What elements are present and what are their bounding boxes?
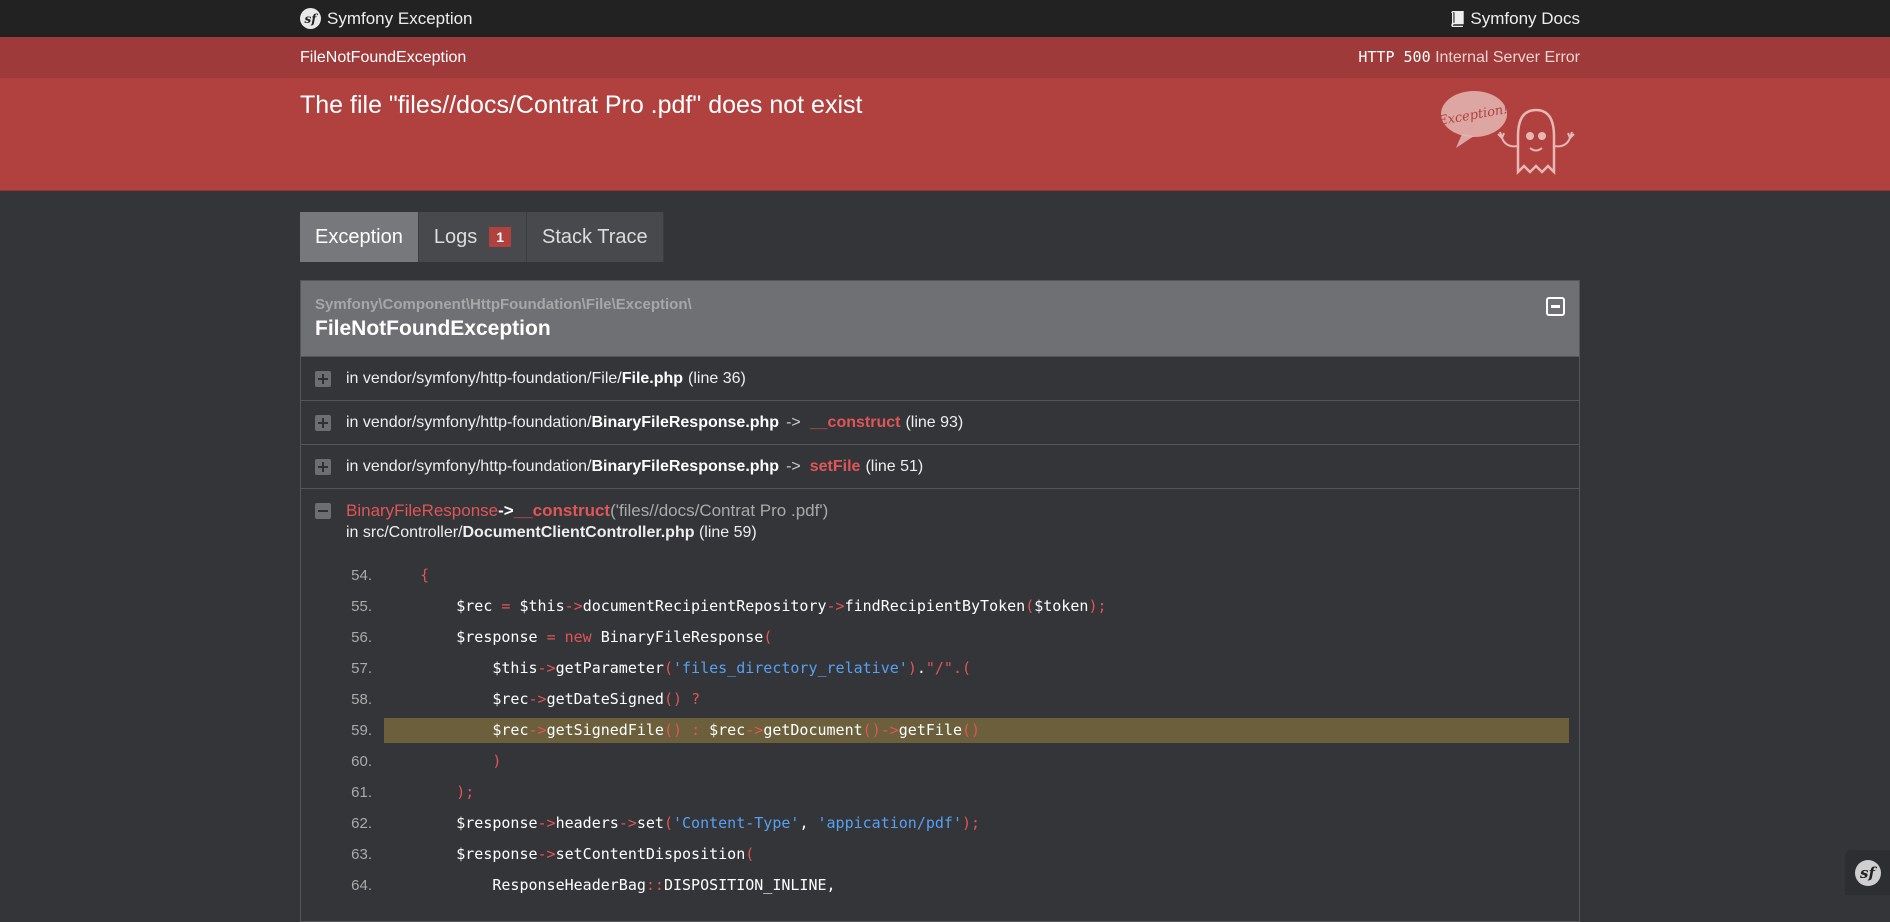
- trace-frame[interactable]: in vendor/symfony/http-foundation/File/F…: [301, 356, 1579, 400]
- frame-prefix: in: [346, 413, 359, 431]
- code-line: 60. ): [315, 746, 1579, 777]
- code-line: 62. $response->headers->set('Content-Typ…: [315, 808, 1579, 839]
- exception-namespace: Symfony\Component\HttpFoundation\File\Ex…: [315, 296, 692, 313]
- book-icon: [1451, 10, 1465, 27]
- tab-exception[interactable]: Exception: [300, 212, 419, 262]
- line-number: 55.: [351, 598, 372, 615]
- exception-panel: Symfony\Component\HttpFoundation\File\Ex…: [300, 280, 1580, 922]
- tab-label: Stack Trace: [542, 225, 648, 248]
- symfony-logo-icon: sf: [300, 8, 321, 29]
- frame-function: __construct: [809, 413, 901, 431]
- frame-line: (line 93): [905, 413, 964, 431]
- frame-path: vendor/symfony/http-foundation/: [362, 457, 592, 475]
- top-bar: sf Symfony Exception Symfony Docs: [0, 0, 1890, 37]
- location-prefix: in: [346, 524, 363, 541]
- code-text: );: [456, 783, 475, 801]
- http-status: HTTP 500 Internal Server Error: [1358, 48, 1580, 67]
- frame-arrow: ->: [786, 413, 801, 431]
- frame-path: vendor/symfony/http-foundation/File/: [362, 369, 622, 387]
- exception-class: FileNotFoundException: [315, 317, 551, 340]
- code-line: 64. ResponseHeaderBag::DISPOSITION_INLIN…: [315, 870, 1579, 901]
- frame-function: __construct: [513, 501, 611, 520]
- collapse-frame-icon[interactable]: [315, 503, 331, 519]
- frame-line: (line 36): [688, 369, 746, 387]
- symfony-logo-icon: sf: [1854, 859, 1881, 886]
- code-text: $response = new BinaryFileResponse(: [384, 628, 773, 646]
- brand-title: Symfony Exception: [327, 8, 473, 28]
- tab-label: Exception: [315, 225, 403, 248]
- symfony-docs-link[interactable]: Symfony Docs: [1451, 9, 1580, 29]
- status-bar: FileNotFoundException HTTP 500 Internal …: [0, 37, 1890, 78]
- frame-file: BinaryFileResponse.php: [591, 413, 780, 431]
- frame-path: vendor/symfony/http-foundation/: [362, 413, 592, 431]
- code-line: 61. );: [315, 777, 1579, 808]
- line-number: 64.: [351, 877, 372, 894]
- expand-icon[interactable]: [315, 370, 331, 387]
- frame-file: File.php: [621, 369, 684, 387]
- exception-message: The file "files//docs/Contrat Pro .pdf" …: [300, 91, 863, 119]
- frame-function: setFile: [809, 457, 861, 475]
- message-band: The file "files//docs/Contrat Pro .pdf" …: [0, 78, 1890, 191]
- line-number: 54.: [351, 567, 372, 584]
- frame-line: (line 51): [865, 457, 924, 475]
- line-number: 60.: [351, 753, 372, 770]
- tab-bar: Exception Logs 1 Stack Trace: [300, 212, 1580, 262]
- line-number: 61.: [351, 784, 372, 801]
- line-number: 57.: [351, 660, 372, 677]
- code-text: ResponseHeaderBag::DISPOSITION_INLINE,: [384, 876, 836, 894]
- code-line: 58. $rec->getDateSigned() ?: [315, 684, 1579, 715]
- trace-frame-expanded: BinaryFileResponse -> __construct ('files/…: [301, 488, 1579, 921]
- tab-logs[interactable]: Logs 1: [418, 212, 528, 262]
- collapse-icon[interactable]: [1546, 297, 1565, 316]
- tab-label: Logs: [433, 225, 478, 248]
- frame-location: in src/Controller/DocumentClientControll…: [346, 524, 1579, 542]
- code-text: $this->getParameter('files_directory_rel…: [384, 659, 972, 677]
- brand[interactable]: sf Symfony Exception: [300, 8, 473, 29]
- frame-class: BinaryFileResponse: [346, 501, 499, 520]
- location-file: DocumentClientController.php: [462, 524, 695, 541]
- line-number: 62.: [351, 815, 372, 832]
- exception-short-name: FileNotFoundException: [300, 48, 467, 66]
- frame-file: BinaryFileResponse.php: [591, 457, 780, 475]
- http-code: HTTP 500: [1358, 48, 1431, 66]
- code-text: {: [420, 566, 430, 584]
- docs-label: Symfony Docs: [1470, 8, 1580, 28]
- expand-icon[interactable]: [315, 414, 331, 431]
- code-line: 56. $response = new BinaryFileResponse(: [315, 622, 1579, 653]
- code-line: 54. {: [315, 560, 1579, 591]
- code-text: $rec = $this->documentRecipientRepositor…: [384, 597, 1107, 615]
- code-line: 57. $this->getParameter('files_directory…: [315, 653, 1579, 684]
- ghost-exception-icon: Exception!: [1440, 91, 1575, 176]
- line-number: 58.: [351, 691, 372, 708]
- code-text: $rec->getDateSigned() ?: [384, 690, 701, 708]
- frame-arrow: ->: [786, 457, 801, 475]
- frame-prefix: in: [346, 457, 359, 475]
- code-line-highlighted: 59. $rec->getSignedFile() : $rec->getDoc…: [315, 715, 1579, 746]
- symfony-toolbar-toggle[interactable]: sf: [1845, 850, 1890, 895]
- code-text: ): [492, 752, 502, 770]
- trace-frame[interactable]: in vendor/symfony/http-foundation/Binary…: [301, 444, 1579, 488]
- exception-header: Symfony\Component\HttpFoundation\File\Ex…: [301, 281, 1579, 356]
- logs-count-badge: 1: [489, 227, 512, 247]
- code-text: $response->setContentDisposition(: [384, 845, 755, 863]
- code-text: $response->headers->set('Content-Type', …: [384, 814, 981, 832]
- line-number: 56.: [351, 629, 372, 646]
- line-number: 59.: [351, 722, 372, 739]
- trace-frame[interactable]: in vendor/symfony/http-foundation/Binary…: [301, 400, 1579, 444]
- line-number: 63.: [351, 846, 372, 863]
- code-line: 55. $rec = $this->documentRecipientRepos…: [315, 591, 1579, 622]
- frame-prefix: in: [346, 369, 359, 387]
- location-path: src/Controller/: [362, 524, 463, 541]
- expand-icon[interactable]: [315, 458, 331, 475]
- frame-args: ('files//docs/Contrat Pro .pdf'): [610, 501, 829, 520]
- tab-stack-trace[interactable]: Stack Trace: [527, 212, 664, 262]
- http-reason: Internal Server Error: [1435, 49, 1580, 66]
- code-excerpt: 54. {55. $rec = $this->documentRecipient…: [315, 560, 1579, 901]
- code-text: $rec->getSignedFile() : $rec->getDocumen…: [384, 718, 1569, 743]
- location-line: (line 59): [698, 524, 757, 541]
- code-line: 63. $response->setContentDisposition(: [315, 839, 1579, 870]
- frame-arrow: ->: [498, 501, 514, 520]
